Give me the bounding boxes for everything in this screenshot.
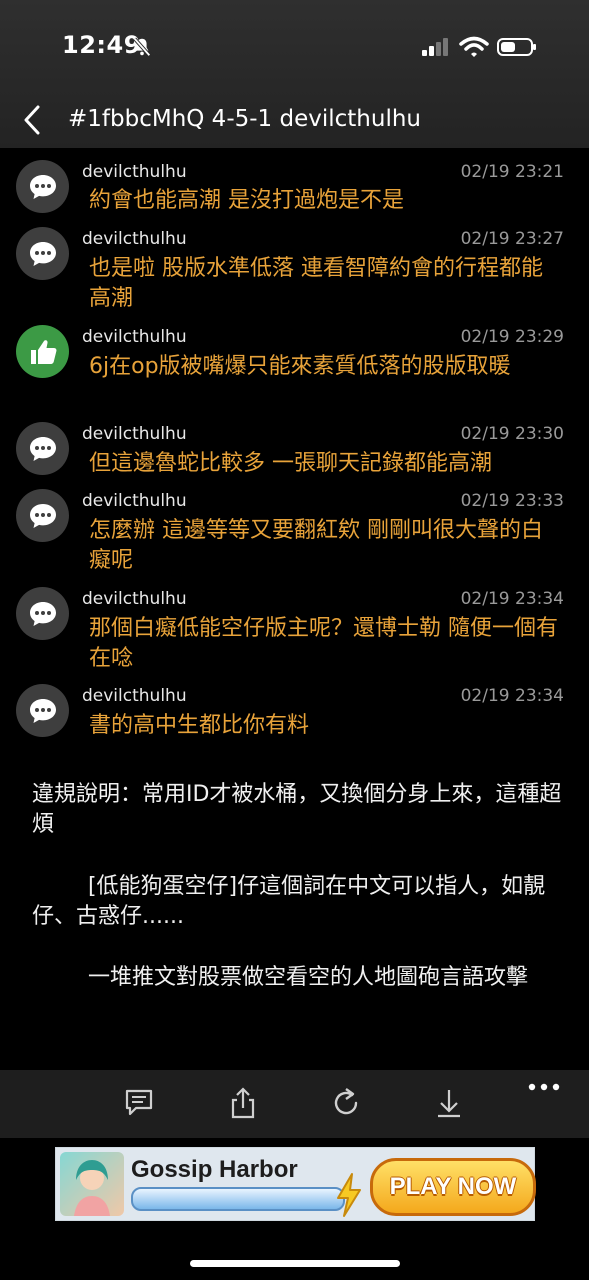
- refresh-icon[interactable]: [329, 1086, 363, 1120]
- note-paragraph: 一堆推文對股票做空看空的人地圖砲言語攻擊: [32, 965, 528, 990]
- comment-icon: [16, 422, 69, 475]
- share-icon[interactable]: [226, 1086, 260, 1120]
- push-author: devilcthulhu: [82, 229, 187, 249]
- bell-off-icon: [133, 37, 151, 57]
- push-time: 02/19 23:29: [460, 327, 564, 347]
- violation-note: 違規說明：常用ID才被水桶，又換個分身上來，這種超煩: [32, 782, 562, 837]
- comment-icon: [16, 587, 69, 640]
- lightning-icon: [337, 1173, 361, 1217]
- push-author: devilcthulhu: [82, 162, 187, 182]
- more-icon[interactable]: [527, 1075, 561, 1099]
- push-text: 約會也能高潮 是沒打過炮是不是: [89, 188, 404, 213]
- push-time: 02/19 23:33: [460, 491, 564, 511]
- push-time: 02/19 23:34: [460, 686, 564, 706]
- ad-progress-bar: [131, 1187, 345, 1211]
- download-icon[interactable]: [432, 1086, 466, 1120]
- ad-banner[interactable]: Gossip Harbor PLAY NOW: [55, 1147, 536, 1221]
- ad-game-thumbnail: [60, 1152, 124, 1216]
- comment-icon: [16, 684, 69, 737]
- push-time: 02/19 23:21: [460, 162, 564, 182]
- cellular-signal-icon: [422, 38, 448, 56]
- battery-icon: [497, 38, 536, 56]
- status-time: 12:49: [62, 31, 141, 59]
- wifi-icon: [459, 36, 489, 57]
- comment-icon: [16, 227, 69, 280]
- push-author: devilcthulhu: [82, 327, 187, 347]
- push-time: 02/19 23:34: [460, 589, 564, 609]
- ad-title: Gossip Harbor: [131, 1156, 298, 1183]
- thread-content: devilcthulhu 02/19 23:21 約會也能高潮 是沒打過炮是不是…: [0, 148, 589, 1068]
- push-text: 6j在op版被嘴爆只能來素質低落的股版取暖: [89, 354, 511, 379]
- comment-icon: [16, 489, 69, 542]
- push-author: devilcthulhu: [82, 424, 187, 444]
- push-author: devilcthulhu: [82, 686, 187, 706]
- push-text: 但這邊魯蛇比較多 一張聊天記錄都能高潮: [89, 451, 492, 476]
- play-now-button[interactable]: PLAY NOW: [370, 1158, 536, 1216]
- back-chevron-icon[interactable]: [20, 104, 46, 136]
- push-text: 那個白癡低能空仔版主呢？還博士勒 隨便一個有在唸: [89, 616, 558, 671]
- bottom-toolbar: [0, 1070, 589, 1138]
- push-author: devilcthulhu: [82, 491, 187, 511]
- home-indicator[interactable]: [190, 1260, 400, 1267]
- push-author: devilcthulhu: [82, 589, 187, 609]
- push-text: 怎麼辦 這邊等等又要翻紅欸 剛剛叫很大聲的白癡呢: [89, 518, 543, 573]
- push-text: 書的高中生都比你有料: [89, 713, 310, 738]
- push-time: 02/19 23:27: [460, 229, 564, 249]
- top-bar: 12:49 #1fbbcMhQ 4-5-1 devilcthulhu: [0, 0, 589, 148]
- push-time: 02/19 23:30: [460, 424, 564, 444]
- comment-icon: [16, 160, 69, 213]
- note-paragraph: [低能狗蛋空仔]仔這個詞在中文可以指人，如靚仔、古惑仔......: [32, 874, 546, 929]
- comment-icon[interactable]: [122, 1086, 156, 1120]
- page-title: #1fbbcMhQ 4-5-1 devilcthulhu: [68, 106, 421, 132]
- push-text: 也是啦 股版水準低落 連看智障約會的行程都能高潮: [89, 256, 543, 311]
- thumbs-up-icon: [16, 325, 69, 378]
